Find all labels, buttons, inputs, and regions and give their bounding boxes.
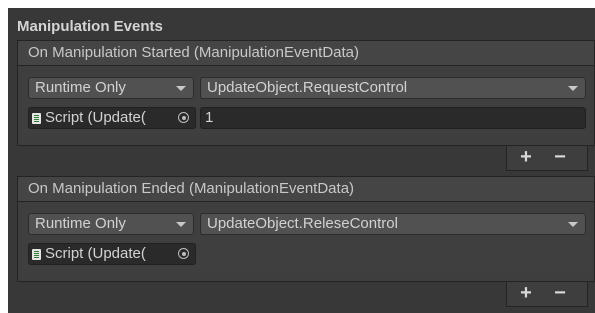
add-listener-button[interactable]: + [511, 282, 541, 306]
listener-ended: Runtime Only UpdateObject.ReleseControl … [24, 209, 590, 273]
section-title: Manipulation Events [17, 18, 163, 35]
listener-started: Runtime Only UpdateObject.RequestControl… [24, 73, 590, 137]
function-dropdown-label: UpdateObject.RequestControl [207, 79, 408, 96]
runtime-dropdown-label: Runtime Only [35, 215, 126, 232]
target-object-field[interactable]: Script (Update( [28, 107, 196, 129]
chevron-down-icon [176, 222, 186, 227]
remove-listener-button[interactable]: − [545, 146, 575, 170]
function-dropdown[interactable]: UpdateObject.RequestControl [200, 77, 586, 99]
runtime-dropdown[interactable]: Runtime Only [28, 77, 194, 99]
target-object-label: Script (Update( [45, 109, 146, 126]
target-object-label: Script (Update( [45, 245, 146, 262]
object-picker-icon[interactable] [173, 108, 195, 128]
object-picker-icon[interactable] [173, 244, 195, 264]
target-object-field[interactable]: Script (Update( [28, 243, 196, 265]
remove-listener-button[interactable]: − [545, 282, 575, 306]
add-listener-button[interactable]: + [511, 146, 541, 170]
function-dropdown[interactable]: UpdateObject.ReleseControl [200, 213, 586, 235]
argument-input[interactable]: 1 [200, 107, 586, 129]
chevron-down-icon [176, 86, 186, 91]
chevron-down-icon [568, 222, 578, 227]
event-ended-header: On Manipulation Ended (ManipulationEvent… [17, 176, 595, 202]
event-ended-footer: + − [506, 282, 588, 307]
runtime-dropdown-label: Runtime Only [35, 79, 126, 96]
event-started-footer: + − [506, 146, 588, 171]
runtime-dropdown[interactable]: Runtime Only [28, 213, 194, 235]
function-dropdown-label: UpdateObject.ReleseControl [207, 215, 398, 232]
chevron-down-icon [568, 86, 578, 91]
event-started-header: On Manipulation Started (ManipulationEve… [17, 40, 595, 66]
script-icon [32, 249, 41, 260]
script-icon [32, 113, 41, 124]
